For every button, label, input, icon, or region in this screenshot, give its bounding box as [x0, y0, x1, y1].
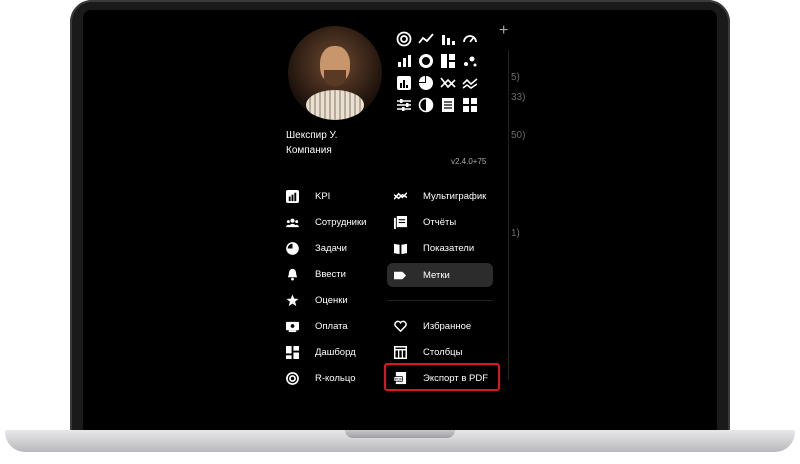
menu-label: Ввести [315, 268, 346, 280]
menu-item-tags[interactable]: Метки [387, 263, 493, 287]
heart-icon [393, 319, 407, 333]
export-pdf-highlight [384, 363, 500, 391]
menu-item-dashboard[interactable]: Дашборд [279, 341, 379, 363]
menu-item-columns[interactable]: Столбцы [387, 341, 493, 363]
menu-label: Мультиграфик [423, 190, 487, 202]
menu-label: R-кольцо [315, 372, 356, 384]
dashboard-icon [285, 345, 299, 359]
report-icon[interactable] [439, 96, 457, 114]
menu-label: Метки [423, 269, 450, 281]
laptop-notch [345, 430, 455, 438]
menu-item-indicators[interactable]: Показатели [387, 237, 493, 259]
grid-tiles-icon[interactable] [461, 96, 479, 114]
menu-label: KPI [315, 190, 331, 202]
background-fragment: 1) [511, 228, 520, 239]
laptop-screen: + 5) 33) 50) 1) Шекспир У. Компания v2.4… [83, 10, 717, 430]
menu-item-employees[interactable]: Сотрудники [279, 211, 379, 233]
user-company: Компания [286, 145, 332, 156]
menu-label: Столбцы [423, 346, 463, 358]
people-icon [285, 215, 299, 229]
menu-label: Сотрудники [315, 216, 367, 228]
dashboard-tiles-icon[interactable] [439, 52, 457, 70]
menu-label: Отчёты [423, 216, 457, 228]
ring-icon [285, 371, 299, 385]
gauge-icon[interactable] [461, 30, 479, 48]
menu-label: Показатели [423, 242, 475, 254]
donut-icon[interactable] [417, 52, 435, 70]
bar-chart-icon[interactable] [439, 30, 457, 48]
add-icon[interactable]: + [499, 22, 508, 40]
background-fragment: 5) [511, 72, 520, 83]
bar-chart-ascending-icon[interactable] [395, 52, 413, 70]
columns-icon [393, 345, 407, 359]
multichart-icon [393, 189, 407, 203]
avatar[interactable] [288, 26, 382, 120]
crossed-lines-icon[interactable] [439, 74, 457, 92]
bar-chart-box-icon[interactable] [395, 74, 413, 92]
menu-item-r-ring[interactable]: R-кольцо [279, 367, 379, 389]
menu-label: Оплата [315, 320, 348, 332]
menu-item-kpi[interactable]: KPI [279, 185, 379, 207]
star-icon [285, 293, 299, 307]
menu-item-ratings[interactable]: Оценки [279, 289, 379, 311]
menu-item-tasks[interactable]: Задачи [279, 237, 379, 259]
pie-half-icon[interactable] [417, 96, 435, 114]
radial-ring-icon[interactable] [395, 30, 413, 48]
menu-item-enter[interactable]: Ввести [279, 263, 379, 285]
scatter-icon[interactable] [461, 52, 479, 70]
user-name: Шекспир У. [286, 130, 338, 141]
background-fragment: 50) [511, 130, 526, 141]
tag-icon [393, 268, 407, 282]
menu-label: Дашборд [315, 346, 356, 358]
multi-line-icon[interactable] [461, 74, 479, 92]
book-icon [393, 241, 407, 255]
menu-item-reports[interactable]: Отчёты [387, 211, 493, 233]
tasks-icon [285, 241, 299, 255]
reports-icon [393, 215, 407, 229]
menu-item-payment[interactable]: Оплата [279, 315, 379, 337]
menu-item-multichart[interactable]: Мультиграфик [387, 185, 493, 207]
menu-divider [387, 300, 493, 301]
line-chart-icon[interactable] [417, 30, 435, 48]
menu-label: Избранное [423, 320, 472, 332]
pie-chart-icon[interactable] [417, 74, 435, 92]
bell-icon [285, 267, 299, 281]
menu-item-favorites[interactable]: Избранное [387, 315, 493, 337]
quick-icon-grid [395, 30, 485, 118]
app-version: v2.4.0+75 [451, 157, 487, 166]
menu-label: Оценки [315, 294, 348, 306]
menu-label: Задачи [315, 242, 347, 254]
sliders-icon[interactable] [395, 96, 413, 114]
background-fragment: 33) [511, 92, 526, 103]
kpi-icon [285, 189, 299, 203]
payment-icon [285, 319, 299, 333]
